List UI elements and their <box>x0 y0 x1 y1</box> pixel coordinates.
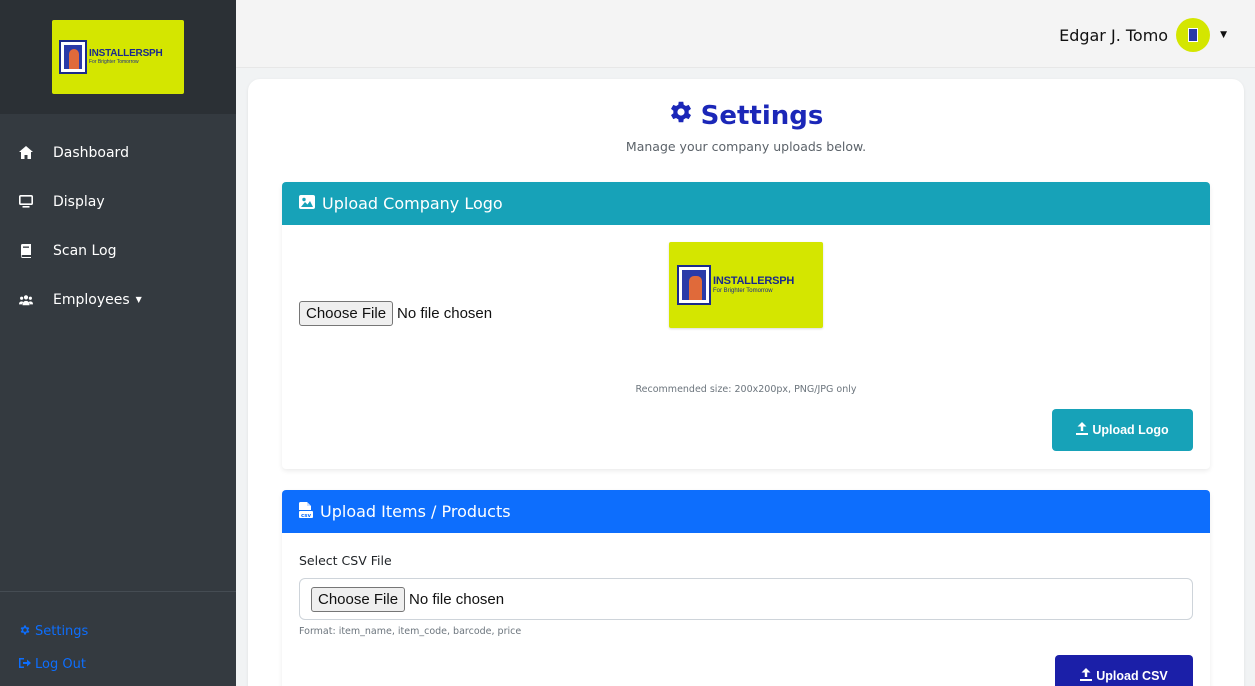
sidebar-footer: Settings Log Out <box>0 591 236 686</box>
company-logo[interactable]: INSTALLERSPH For Brighter Tomorrow <box>52 20 184 94</box>
settings-card: Settings Manage your company uploads bel… <box>248 79 1244 686</box>
monitor-icon <box>19 195 33 209</box>
logo-file-input[interactable]: Choose File No file chosen <box>299 301 492 326</box>
gear-icon <box>19 624 31 639</box>
gear-icon <box>669 100 693 131</box>
logo-size-hint: Recommended size: 200x200px, PNG/JPG onl… <box>635 384 857 395</box>
caret-down-icon: ▼ <box>1220 30 1227 40</box>
upload-csv-section: csv Upload Items / Products Select CSV F… <box>282 490 1210 686</box>
sidebar-item-label: Dashboard <box>53 144 129 161</box>
upload-logo-header: Upload Company Logo <box>282 182 1210 225</box>
sidebar-item-scan-log[interactable]: Scan Log <box>0 226 236 275</box>
settings-link[interactable]: Settings <box>0 615 236 648</box>
csv-format-hint: Format: item_name, item_code, barcode, p… <box>299 626 522 637</box>
choose-file-button[interactable]: Choose File <box>311 586 406 612</box>
caret-down-icon: ▼ <box>135 295 142 304</box>
sidebar-item-label: Employees <box>53 291 130 308</box>
sidebar: INSTALLERSPH For Brighter Tomorrow Dashb… <box>0 0 236 686</box>
logo-tagline: For Brighter Tomorrow <box>713 288 773 294</box>
sign-out-icon <box>19 657 31 672</box>
upload-logo-button[interactable]: Upload Logo <box>1052 409 1193 451</box>
sidebar-item-label: Scan Log <box>53 242 117 259</box>
upload-icon <box>1076 422 1089 438</box>
settings-link-label: Settings <box>35 624 89 639</box>
file-status: No file chosen <box>397 305 493 322</box>
page-title: Settings <box>669 100 824 131</box>
upload-logo-section: Upload Company Logo INSTALLERSPH For Bri… <box>282 182 1210 469</box>
user-name: Edgar J. Tomo <box>1059 25 1169 45</box>
avatar <box>1176 18 1211 52</box>
upload-csv-title: Upload Items / Products <box>320 502 511 521</box>
users-icon <box>19 293 33 307</box>
logout-link[interactable]: Log Out <box>0 648 236 681</box>
upload-logo-label: Upload Logo <box>1092 423 1169 437</box>
logo-name: INSTALLERSPH <box>713 275 795 287</box>
csv-file-input[interactable]: Choose File No file chosen <box>299 578 1193 620</box>
file-status: No file chosen <box>409 590 505 608</box>
sidebar-brand: INSTALLERSPH For Brighter Tomorrow <box>0 0 236 114</box>
choose-file-button[interactable]: Choose File <box>299 301 394 326</box>
upload-icon <box>1080 668 1093 684</box>
upload-csv-header: csv Upload Items / Products <box>282 490 1210 533</box>
upload-logo-title: Upload Company Logo <box>322 194 503 213</box>
home-icon <box>19 146 33 160</box>
installer-figure-icon <box>677 265 711 305</box>
csv-file-icon: csv <box>299 501 313 522</box>
top-bar: Edgar J. Tomo ▼ <box>236 0 1255 68</box>
image-icon <box>299 194 315 213</box>
svg-text:csv: csv <box>301 513 312 518</box>
page-subtitle: Manage your company uploads below. <box>625 139 867 154</box>
sidebar-item-dashboard[interactable]: Dashboard <box>0 128 236 177</box>
sidebar-nav: Dashboard Display Scan Log Employees ▼ <box>0 128 236 324</box>
sidebar-item-label: Display <box>53 193 105 210</box>
csv-field-label: Select CSV File <box>299 553 392 568</box>
logout-link-label: Log Out <box>35 657 86 672</box>
logo-preview: INSTALLERSPH For Brighter Tomorrow <box>669 242 823 328</box>
sidebar-item-display[interactable]: Display <box>0 177 236 226</box>
page-title-text: Settings <box>700 100 824 131</box>
logo-tagline: For Brighter Tomorrow <box>89 59 139 65</box>
installer-figure-icon <box>59 40 87 74</box>
upload-csv-label: Upload CSV <box>1096 669 1168 683</box>
user-menu[interactable]: Edgar J. Tomo ▼ <box>1059 18 1227 52</box>
upload-csv-button[interactable]: Upload CSV <box>1055 655 1193 686</box>
sidebar-item-employees[interactable]: Employees ▼ <box>0 275 236 324</box>
logo-name: INSTALLERSPH <box>89 48 163 59</box>
book-icon <box>19 243 33 258</box>
